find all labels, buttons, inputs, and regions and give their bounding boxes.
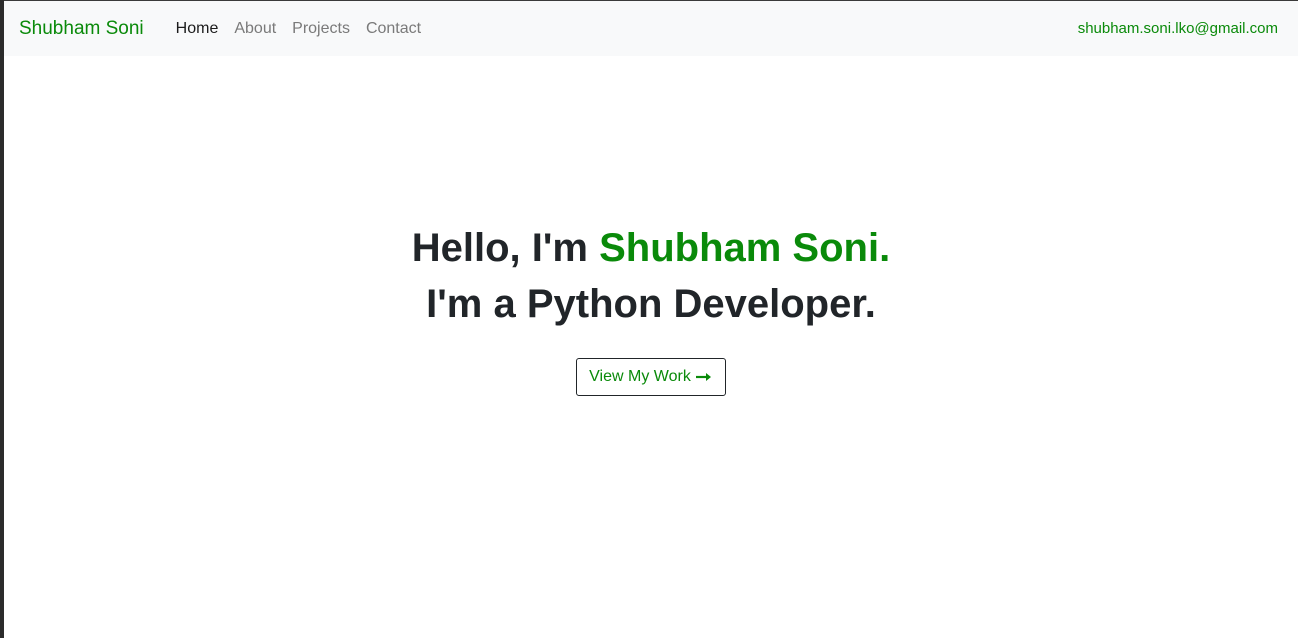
hero-section: Hello, I'm Shubham Soni. I'm a Python De… [4, 220, 1298, 396]
arrow-right-icon [695, 373, 711, 381]
view-my-work-button[interactable]: View My Work [576, 358, 726, 396]
email-link[interactable]: shubham.soni.lko@gmail.com [1078, 20, 1278, 37]
hero-name: Shubham Soni. [599, 226, 891, 270]
page: Shubham Soni Home About Projects Contact… [0, 0, 1298, 638]
nav-link-projects[interactable]: Projects [284, 20, 358, 38]
nav-link-contact[interactable]: Contact [358, 20, 429, 38]
view-my-work-label: View My Work [589, 368, 691, 385]
navbar: Shubham Soni Home About Projects Contact… [4, 1, 1298, 56]
hero-greeting: Hello, I'm Shubham Soni. [4, 220, 1298, 276]
brand-link[interactable]: Shubham Soni [19, 18, 144, 40]
nav-link-home[interactable]: Home [168, 20, 227, 38]
hero-greeting-prefix: Hello, I'm [411, 226, 600, 270]
cta-wrapper: View My Work [4, 358, 1298, 396]
nav-links: Home About Projects Contact [168, 20, 429, 38]
nav-link-about[interactable]: About [226, 20, 284, 38]
hero-role: I'm a Python Developer. [426, 282, 876, 326]
